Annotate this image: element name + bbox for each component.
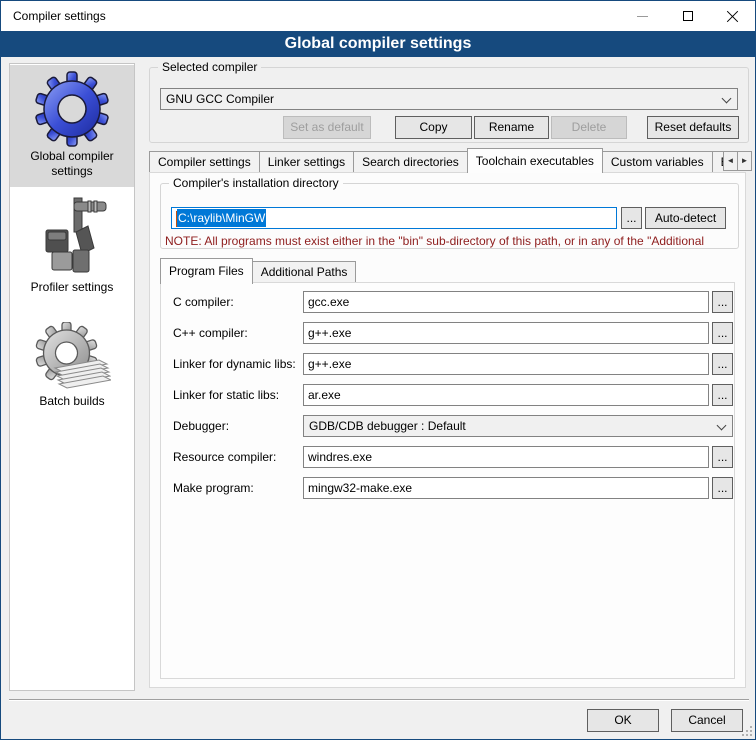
dialog-banner: Global compiler settings (1, 31, 755, 57)
toolchain-subtabs: Program Files Additional Paths (160, 258, 355, 283)
chevron-down-icon (722, 94, 732, 104)
close-button[interactable] (710, 1, 755, 31)
reset-defaults-button[interactable]: Reset defaults (647, 116, 739, 139)
subtab-additional-paths[interactable]: Additional Paths (252, 261, 357, 283)
resource-compiler-browse-button[interactable]: ... (712, 446, 733, 468)
titlebar[interactable]: Compiler settings (1, 1, 755, 31)
selected-compiler-value: GNU GCC Compiler (166, 92, 274, 106)
make-program-browse-button[interactable]: ... (712, 477, 733, 499)
sidebar-item-label: Profiler settings (10, 280, 134, 301)
compiler-settings-dialog: Compiler settings Global compiler settin… (0, 0, 756, 740)
caliper-icon (32, 196, 112, 278)
tab-search-directories[interactable]: Search directories (353, 151, 468, 173)
rename-button[interactable]: Rename (474, 116, 549, 139)
chevron-down-icon (717, 421, 727, 431)
footer-separator (9, 699, 749, 701)
right-arrow-icon: ► (741, 156, 749, 165)
field-label-linker-static: Linker for static libs: (173, 384, 279, 406)
sidebar-item-label: Batch builds (10, 394, 134, 415)
auto-detect-button[interactable]: Auto-detect (645, 207, 726, 229)
maximize-icon (683, 11, 693, 21)
tab-toolchain-executables[interactable]: Toolchain executables (467, 148, 603, 173)
field-label-resource-compiler: Resource compiler: (173, 446, 276, 468)
tab-compiler-settings[interactable]: Compiler settings (149, 151, 260, 173)
minimize-button[interactable] (620, 1, 665, 31)
maximize-button[interactable] (665, 1, 710, 31)
set-as-default-button[interactable]: Set as default (283, 116, 371, 139)
c-compiler-input[interactable] (303, 291, 709, 313)
tab-linker-settings[interactable]: Linker settings (259, 151, 354, 173)
close-icon (727, 10, 739, 22)
blue-gear-icon (34, 71, 110, 147)
installation-directory-group-label: Compiler's installation directory (169, 176, 343, 190)
cpp-compiler-browse-button[interactable]: ... (712, 322, 733, 344)
linker-static-input[interactable] (303, 384, 709, 406)
install-dir-browse-button[interactable]: ... (621, 207, 642, 229)
field-label-linker-dynamic: Linker for dynamic libs: (173, 353, 296, 375)
linker-dynamic-input[interactable] (303, 353, 709, 375)
resource-compiler-input[interactable] (303, 446, 709, 468)
cancel-button[interactable]: Cancel (671, 709, 743, 732)
sidebar-item-batch-builds[interactable]: Batch builds (10, 316, 134, 432)
linker-dynamic-browse-button[interactable]: ... (712, 353, 733, 375)
gray-gear-stack-icon (33, 322, 111, 392)
bin-subdirectory-note: NOTE: All programs must exist either in … (165, 234, 737, 248)
tab-build-options[interactable]: Builc (712, 151, 723, 173)
field-label-cpp-compiler: C++ compiler: (173, 322, 248, 344)
copy-button[interactable]: Copy (395, 116, 472, 139)
left-arrow-icon: ◄ (727, 156, 735, 165)
delete-button[interactable]: Delete (551, 116, 627, 139)
sidebar-item-profiler-settings[interactable]: Profiler settings (10, 190, 134, 298)
tab-scroll-left-button[interactable]: ◄ (723, 151, 738, 171)
field-label-debugger: Debugger: (173, 415, 229, 437)
sidebar-item-global-compiler-settings[interactable]: Global compiler settings (10, 65, 134, 187)
install-dir-value: C:\raylib\MinGW (177, 209, 266, 227)
window-title: Compiler settings (13, 1, 106, 31)
install-dir-input[interactable]: C:\raylib\MinGW (171, 207, 617, 229)
sidebar-item-label: Global compiler settings (10, 149, 134, 185)
compiler-tabs: Compiler settings Linker settings Search… (149, 147, 723, 173)
toolchain-executables-page: Compiler's installation directory C:\ray… (149, 172, 746, 688)
installation-directory-group: Compiler's installation directory C:\ray… (160, 183, 739, 249)
selected-compiler-group-label: Selected compiler (158, 60, 261, 74)
minimize-icon (637, 16, 648, 17)
field-label-make-program: Make program: (173, 477, 254, 499)
tab-custom-variables[interactable]: Custom variables (602, 151, 713, 173)
ok-button[interactable]: OK (587, 709, 659, 732)
field-label-c-compiler: C compiler: (173, 291, 234, 313)
settings-sidebar: Global compiler settings Profiler settin… (9, 63, 135, 691)
resize-grip-icon[interactable] (742, 726, 752, 736)
cpp-compiler-input[interactable] (303, 322, 709, 344)
selected-compiler-group: Selected compiler GNU GCC Compiler Set a… (149, 67, 749, 143)
c-compiler-browse-button[interactable]: ... (712, 291, 733, 313)
debugger-value: GDB/CDB debugger : Default (309, 419, 466, 433)
subtab-program-files[interactable]: Program Files (160, 258, 253, 284)
tab-scroll-right-button[interactable]: ► (737, 151, 752, 171)
program-files-page: C compiler: ... C++ compiler: ... Linker… (160, 282, 735, 679)
linker-static-browse-button[interactable]: ... (712, 384, 733, 406)
make-program-input[interactable] (303, 477, 709, 499)
debugger-dropdown[interactable]: GDB/CDB debugger : Default (303, 415, 733, 437)
selected-compiler-dropdown[interactable]: GNU GCC Compiler (160, 88, 738, 110)
